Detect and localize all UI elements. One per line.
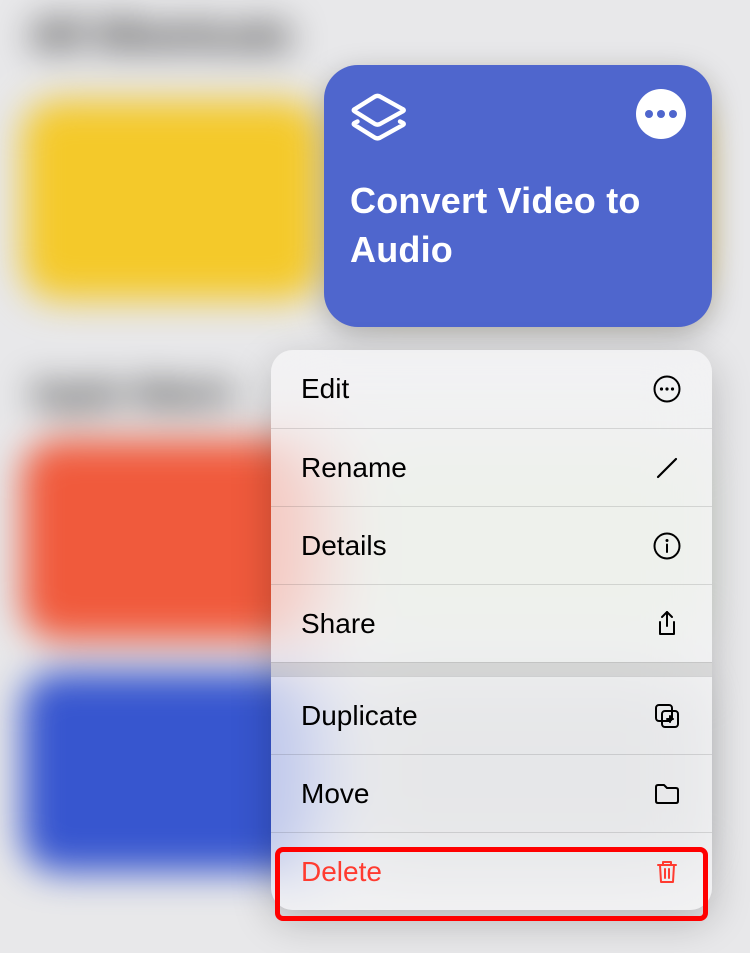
menu-item-label: Share [301,608,376,640]
menu-item-delete[interactable]: Delete [271,832,712,910]
shortcut-card[interactable]: Convert Video to Audio [324,65,712,327]
context-menu: Edit Rename Details [271,350,712,910]
shortcut-title: Convert Video to Audio [350,177,686,274]
more-circle-icon [650,372,684,406]
menu-item-label: Move [301,778,369,810]
menu-item-label: Rename [301,452,407,484]
folder-icon [650,777,684,811]
more-dots-icon [645,110,653,118]
shortcuts-layers-icon [350,89,410,149]
card-more-button[interactable] [636,89,686,139]
menu-item-move[interactable]: Move [271,754,712,832]
menu-item-label: Details [301,530,387,562]
menu-item-label: Delete [301,856,382,888]
menu-item-rename[interactable]: Rename [271,428,712,506]
info-circle-icon [650,529,684,563]
trash-icon [650,855,684,889]
menu-group-separator [271,662,712,676]
menu-item-edit[interactable]: Edit [271,350,712,428]
menu-item-details[interactable]: Details [271,506,712,584]
share-icon [650,607,684,641]
duplicate-icon [650,699,684,733]
menu-item-label: Duplicate [301,700,418,732]
menu-item-share[interactable]: Share [271,584,712,662]
menu-item-duplicate[interactable]: Duplicate [271,676,712,754]
pencil-icon [650,451,684,485]
menu-item-label: Edit [301,373,349,405]
